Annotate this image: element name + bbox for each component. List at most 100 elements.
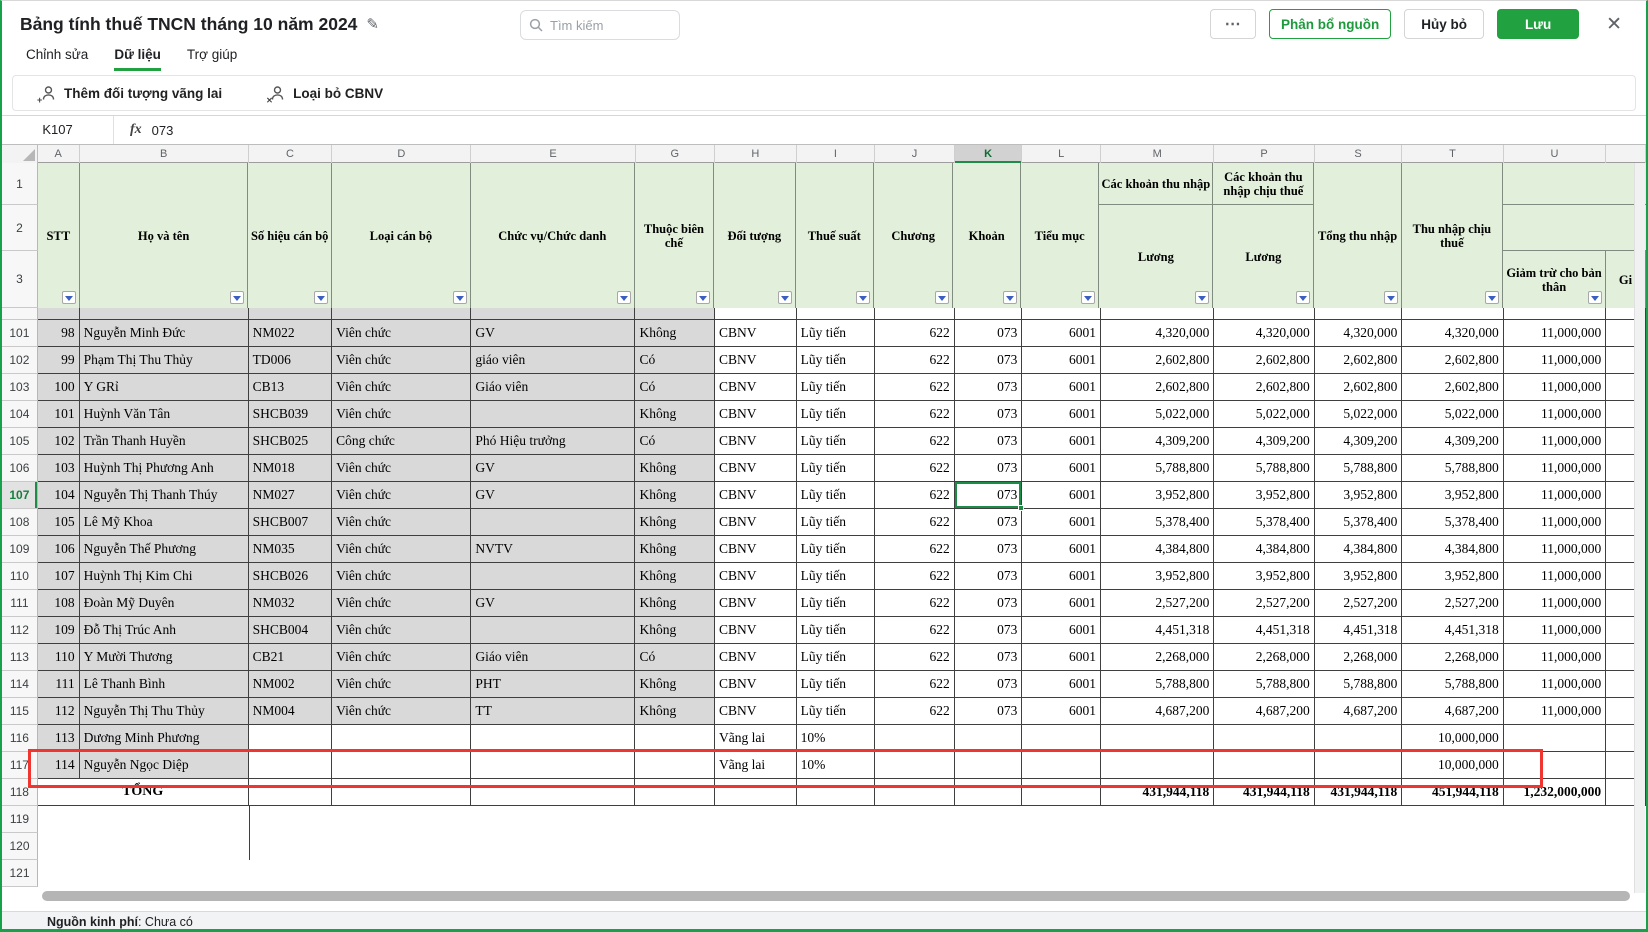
cell-J110[interactable]: 622 — [875, 563, 955, 590]
cell-I106[interactable]: Lũy tiến — [797, 455, 876, 482]
cell-L105[interactable]: 6001 — [1022, 428, 1101, 455]
cell-D117[interactable] — [332, 752, 471, 779]
cell-S104[interactable]: 5,022,000 — [1315, 401, 1403, 428]
cell-M109[interactable]: 4,384,800 — [1101, 536, 1214, 563]
cell-T117[interactable]: 10,000,000 — [1402, 752, 1503, 779]
cell-G114[interactable]: Không — [635, 671, 715, 698]
cell-A115[interactable]: 112 — [38, 698, 80, 725]
cell-H117[interactable]: Vãng lai — [715, 752, 797, 779]
cell-S117[interactable] — [1315, 752, 1403, 779]
cell-H107[interactable]: CBNV — [715, 482, 797, 509]
cell-H101[interactable]: CBNV — [715, 320, 797, 347]
row-number-102[interactable]: 102 — [2, 347, 38, 374]
cell-S103[interactable]: 2,602,800 — [1315, 374, 1403, 401]
cell-B112[interactable]: Đỗ Thị Trúc Anh — [80, 617, 249, 644]
cell-T114[interactable]: 5,788,800 — [1402, 671, 1503, 698]
cell-K112[interactable]: 073 — [955, 617, 1023, 644]
cell-J103[interactable]: 622 — [875, 374, 955, 401]
cell-E103[interactable]: Giáo viên — [471, 374, 635, 401]
header-e[interactable]: Chức vụ/Chức danh — [471, 163, 635, 308]
column-letter-partial[interactable] — [1606, 145, 1646, 163]
cell-B101[interactable]: Nguyễn Minh Đức — [80, 320, 249, 347]
total-cell-d[interactable] — [332, 779, 471, 806]
search-box[interactable] — [520, 10, 680, 40]
header-d[interactable]: Loại cán bộ — [332, 163, 471, 308]
cell-J109[interactable]: 622 — [875, 536, 955, 563]
cell-T107[interactable]: 3,952,800 — [1402, 482, 1503, 509]
row-number-119[interactable]: 119 — [2, 806, 38, 833]
cell-E111[interactable]: GV — [471, 590, 635, 617]
cell-B115[interactable]: Nguyễn Thị Thu Thủy — [80, 698, 249, 725]
column-letter-S[interactable]: S — [1315, 145, 1403, 163]
filter-dropdown-icon[interactable] — [62, 291, 76, 304]
cell-K109[interactable]: 073 — [955, 536, 1023, 563]
cell-S108[interactable]: 5,378,400 — [1315, 509, 1403, 536]
header-c[interactable]: Số hiệu cán bộ — [248, 163, 331, 308]
cell-G106[interactable]: Không — [635, 455, 715, 482]
cell-U115[interactable]: 11,000,000 — [1504, 698, 1606, 725]
cell-D111[interactable]: Viên chức — [332, 590, 471, 617]
cell-U108[interactable]: 11,000,000 — [1504, 509, 1606, 536]
cell-G111[interactable]: Không — [635, 590, 715, 617]
cell-H103[interactable]: CBNV — [715, 374, 797, 401]
cell-G115[interactable]: Không — [635, 698, 715, 725]
cell-H102[interactable]: CBNV — [715, 347, 797, 374]
cell-L112[interactable]: 6001 — [1022, 617, 1101, 644]
cell-J117[interactable] — [875, 752, 955, 779]
header-a[interactable]: STT — [38, 163, 80, 308]
cell-U103[interactable]: 11,000,000 — [1504, 374, 1606, 401]
cell-K108[interactable]: 073 — [955, 509, 1023, 536]
header-j[interactable]: Chương — [874, 163, 953, 308]
row-number-106[interactable]: 106 — [2, 455, 38, 482]
column-letter-I[interactable]: I — [797, 145, 876, 163]
tab-tro-giup[interactable]: Trợ giúp — [187, 47, 237, 68]
cell-D113[interactable]: Viên chức — [332, 644, 471, 671]
column-letter-A[interactable]: A — [38, 145, 80, 163]
cell-M106[interactable]: 5,788,800 — [1101, 455, 1214, 482]
cell-T103[interactable]: 2,602,800 — [1402, 374, 1503, 401]
cell-T111[interactable]: 2,527,200 — [1402, 590, 1503, 617]
cell-I105[interactable]: Lũy tiến — [797, 428, 876, 455]
cell-G110[interactable]: Không — [635, 563, 715, 590]
cell-S114[interactable]: 5,788,800 — [1315, 671, 1403, 698]
total-cell-l[interactable] — [1022, 779, 1101, 806]
cell-I107[interactable]: Lũy tiến — [797, 482, 876, 509]
cell-J107[interactable]: 622 — [875, 482, 955, 509]
cell-A111[interactable]: 108 — [38, 590, 80, 617]
cell-S102[interactable]: 2,602,800 — [1315, 347, 1403, 374]
cell-B109[interactable]: Nguyễn Thế Phương — [80, 536, 249, 563]
row-number-110[interactable]: 110 — [2, 563, 38, 590]
cell-K105[interactable]: 073 — [955, 428, 1023, 455]
cell-S106[interactable]: 5,788,800 — [1315, 455, 1403, 482]
cell-M112[interactable]: 4,451,318 — [1101, 617, 1214, 644]
cell-P117[interactable] — [1214, 752, 1314, 779]
cell-G101[interactable]: Không — [635, 320, 715, 347]
cell-G107[interactable]: Không — [635, 482, 715, 509]
cell-L102[interactable]: 6001 — [1022, 347, 1101, 374]
row-number-105[interactable]: 105 — [2, 428, 38, 455]
cell-E113[interactable]: Giáo viên — [471, 644, 635, 671]
remove-staff-button[interactable]: ✕ Loại bỏ CBNV — [268, 85, 383, 102]
cell-M115[interactable]: 4,687,200 — [1101, 698, 1214, 725]
cell-D109[interactable]: Viên chức — [332, 536, 471, 563]
cell-T109[interactable]: 4,384,800 — [1402, 536, 1503, 563]
cell-E110[interactable] — [471, 563, 635, 590]
cell-I113[interactable]: Lũy tiến — [797, 644, 876, 671]
cell-K115[interactable]: 073 — [955, 698, 1023, 725]
cell-G113[interactable]: Có — [635, 644, 715, 671]
edit-title-icon[interactable]: ✎ — [366, 15, 379, 33]
row-number-112[interactable]: 112 — [2, 617, 38, 644]
row-number-115[interactable]: 115 — [2, 698, 38, 725]
row-number-118[interactable]: 118 — [2, 779, 38, 806]
cell-G104[interactable]: Không — [635, 401, 715, 428]
cell-U113[interactable]: 11,000,000 — [1504, 644, 1606, 671]
cell-A103[interactable]: 100 — [38, 374, 80, 401]
cell-S112[interactable]: 4,451,318 — [1315, 617, 1403, 644]
cell-K117[interactable] — [955, 752, 1023, 779]
cell-J111[interactable]: 622 — [875, 590, 955, 617]
cell-M104[interactable]: 5,022,000 — [1101, 401, 1214, 428]
cell-C111[interactable]: NM032 — [249, 590, 333, 617]
cell-P116[interactable] — [1214, 725, 1314, 752]
vertical-scrollbar[interactable] — [1634, 163, 1645, 893]
header-s[interactable]: Tổng thu nhập — [1314, 163, 1401, 308]
